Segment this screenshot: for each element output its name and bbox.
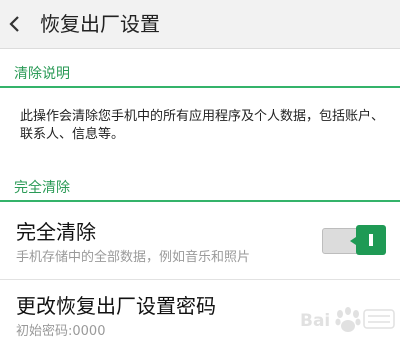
clear-description: 此操作会清除您手机中的所有应用程序及个人数据，包括账户、联系人、信息等。 [20, 109, 385, 142]
change-password-subtitle: 初始密码:0000 [16, 324, 106, 339]
back-button[interactable] [0, 0, 36, 48]
full-clear-title: 完全清除 [16, 220, 96, 244]
full-clear-subtitle: 手机存储中的全部数据，例如音乐和照片 [16, 250, 251, 265]
toggle-on-icon [369, 234, 373, 246]
toggle-knob [356, 225, 386, 255]
full-clear-toggle[interactable] [322, 225, 386, 255]
section-header-clear-info: 清除说明 [0, 60, 400, 88]
app-header: 恢复出厂设置 [0, 0, 400, 49]
page-title: 恢复出厂设置 [40, 12, 160, 36]
section-header-label: 清除说明 [14, 66, 70, 82]
section-divider [0, 86, 400, 88]
section-divider [0, 200, 400, 202]
chevron-left-icon [9, 16, 19, 32]
watermark-logo: Bai [298, 300, 398, 340]
section-header-label: 完全清除 [14, 180, 70, 196]
change-password-title: 更改恢复出厂设置密码 [16, 294, 216, 318]
svg-text:Bai: Bai [300, 311, 330, 331]
section-header-full-clear: 完全清除 [0, 174, 400, 202]
